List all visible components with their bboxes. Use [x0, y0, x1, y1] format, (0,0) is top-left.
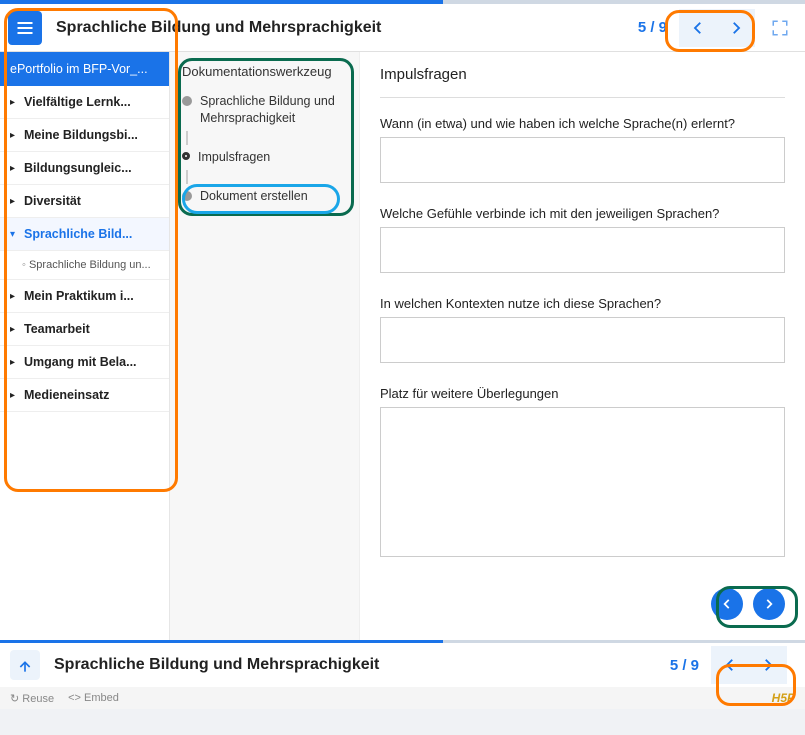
arrow-up-icon — [17, 657, 33, 673]
doc-tool-panel: Dokumentationswerkzeug Sprachliche Bildu… — [170, 52, 360, 640]
step-dot-icon — [182, 191, 192, 201]
top-nav-group — [679, 9, 755, 47]
caret-down-icon: ▾ — [10, 229, 18, 240]
bottom-page-indicator: 5 / 9 — [670, 657, 699, 674]
page-indicator: 5 / 9 — [638, 19, 667, 36]
prev-button-top[interactable] — [679, 9, 717, 47]
reuse-link[interactable]: ↻ Reuse — [10, 692, 54, 705]
question-label: Platz für weitere Überlegungen — [380, 386, 785, 401]
caret-right-icon: ▸ — [10, 291, 18, 302]
chevron-right-icon — [762, 597, 776, 611]
fullscreen-button[interactable] — [763, 11, 797, 45]
sidebar-item-label: Teamarbeit — [24, 322, 90, 336]
content-nav-group — [380, 588, 785, 620]
sidebar-item-label: Mein Praktikum i... — [24, 289, 134, 303]
sidebar-item-label: Sprachliche Bild... — [24, 227, 132, 241]
h5p-brand: H5P — [772, 691, 795, 705]
next-button-top[interactable] — [717, 9, 755, 47]
step-connector — [186, 131, 188, 145]
sidebar-item-label: Meine Bildungsbi... — [24, 128, 138, 142]
bottom-bar: Sprachliche Bildung und Mehrsprachigkeit… — [0, 643, 805, 687]
doc-step[interactable]: Impulsfragen — [176, 145, 353, 170]
question-label: In welchen Kontexten nutze ich diese Spr… — [380, 296, 785, 311]
caret-right-icon: ▸ — [10, 390, 18, 401]
sidebar-item-label: Bildungsungleic... — [24, 161, 132, 175]
doc-step[interactable]: Dokument erstellen — [176, 184, 353, 209]
sidebar-item[interactable]: ▸ Medieneinsatz — [0, 379, 169, 412]
scroll-top-button[interactable] — [10, 650, 40, 680]
chevron-left-icon — [720, 597, 734, 611]
bottom-nav-group — [711, 646, 787, 684]
sidebar-item[interactable]: ▸ Vielfältige Lernk... — [0, 86, 169, 119]
footer: ↻ Reuse <> Embed H5P — [0, 687, 805, 709]
doc-step[interactable]: Sprachliche Bildung und Mehrsprachigkeit — [176, 89, 353, 131]
caret-right-icon: ▸ — [10, 163, 18, 174]
sidebar-item-label: Umgang mit Bela... — [24, 355, 137, 369]
sidebar-item-label: Medieneinsatz — [24, 388, 109, 402]
doc-tool-heading: Dokumentationswerkzeug — [176, 60, 353, 89]
answer-textarea[interactable] — [380, 227, 785, 273]
doc-step-label: Impulsfragen — [198, 149, 270, 166]
question-label: Welche Gefühle verbinde ich mit den jewe… — [380, 206, 785, 221]
caret-right-icon: ▸ — [10, 196, 18, 207]
doc-step-label: Dokument erstellen — [200, 188, 308, 205]
prev-button-bottom[interactable] — [711, 646, 749, 684]
chevron-left-icon — [689, 19, 707, 37]
top-bar: Sprachliche Bildung und Mehrsprachigkeit… — [0, 4, 805, 52]
bottom-title: Sprachliche Bildung und Mehrsprachigkeit — [54, 656, 670, 674]
sidebar-item[interactable]: ▸ Meine Bildungsbi... — [0, 119, 169, 152]
divider — [380, 97, 785, 98]
prev-button-content[interactable] — [711, 588, 743, 620]
sidebar-sub-item[interactable]: Sprachliche Bildung un... — [0, 251, 169, 280]
sidebar: ePortfolio im BFP-Vor_... ▸ Vielfältige L… — [0, 52, 170, 640]
answer-textarea[interactable] — [380, 317, 785, 363]
sidebar-item[interactable]: ▸ Diversität — [0, 185, 169, 218]
page-title: Sprachliche Bildung und Mehrsprachigkeit — [56, 19, 638, 37]
sidebar-item[interactable]: ▸ Teamarbeit — [0, 313, 169, 346]
sidebar-item-label: Diversität — [24, 194, 81, 208]
content-area: Impulsfragen Wann (in etwa) und wie habe… — [360, 52, 805, 640]
step-connector — [186, 170, 188, 184]
step-dot-icon — [182, 96, 192, 106]
hamburger-icon — [15, 18, 35, 38]
question-label: Wann (in etwa) und wie haben ich welche … — [380, 116, 785, 131]
caret-right-icon: ▸ — [10, 324, 18, 335]
sidebar-item[interactable]: ▸ Bildungsungleic... — [0, 152, 169, 185]
answer-textarea[interactable] — [380, 407, 785, 557]
embed-link[interactable]: <> Embed — [68, 692, 119, 704]
sidebar-header[interactable]: ePortfolio im BFP-Vor_... — [0, 52, 169, 86]
caret-right-icon: ▸ — [10, 130, 18, 141]
sidebar-item-label: Vielfältige Lernk... — [24, 95, 131, 109]
caret-right-icon: ▸ — [10, 97, 18, 108]
fullscreen-icon — [771, 19, 789, 37]
next-button-content[interactable] — [753, 588, 785, 620]
sidebar-item[interactable]: ▸ Umgang mit Bela... — [0, 346, 169, 379]
step-dot-icon — [182, 152, 190, 160]
sidebar-item[interactable]: ▾ Sprachliche Bild... — [0, 218, 169, 251]
sidebar-item[interactable]: ▸ Mein Praktikum i... — [0, 280, 169, 313]
content-heading: Impulsfragen — [380, 66, 785, 83]
chevron-left-icon — [721, 656, 739, 674]
next-button-bottom[interactable] — [749, 646, 787, 684]
caret-right-icon: ▸ — [10, 357, 18, 368]
doc-step-label: Sprachliche Bildung und Mehrsprachigkeit — [200, 93, 347, 127]
main-area: ePortfolio im BFP-Vor_... ▸ Vielfältige L… — [0, 52, 805, 640]
chevron-right-icon — [727, 19, 745, 37]
chevron-right-icon — [759, 656, 777, 674]
answer-textarea[interactable] — [380, 137, 785, 183]
menu-toggle-button[interactable] — [8, 11, 42, 45]
